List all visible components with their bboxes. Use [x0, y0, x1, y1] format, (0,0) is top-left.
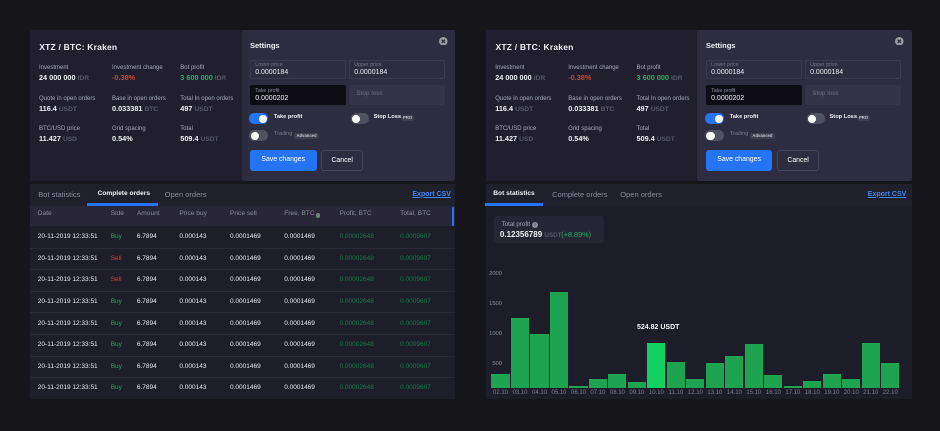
svg-text:?: ? — [533, 223, 536, 228]
